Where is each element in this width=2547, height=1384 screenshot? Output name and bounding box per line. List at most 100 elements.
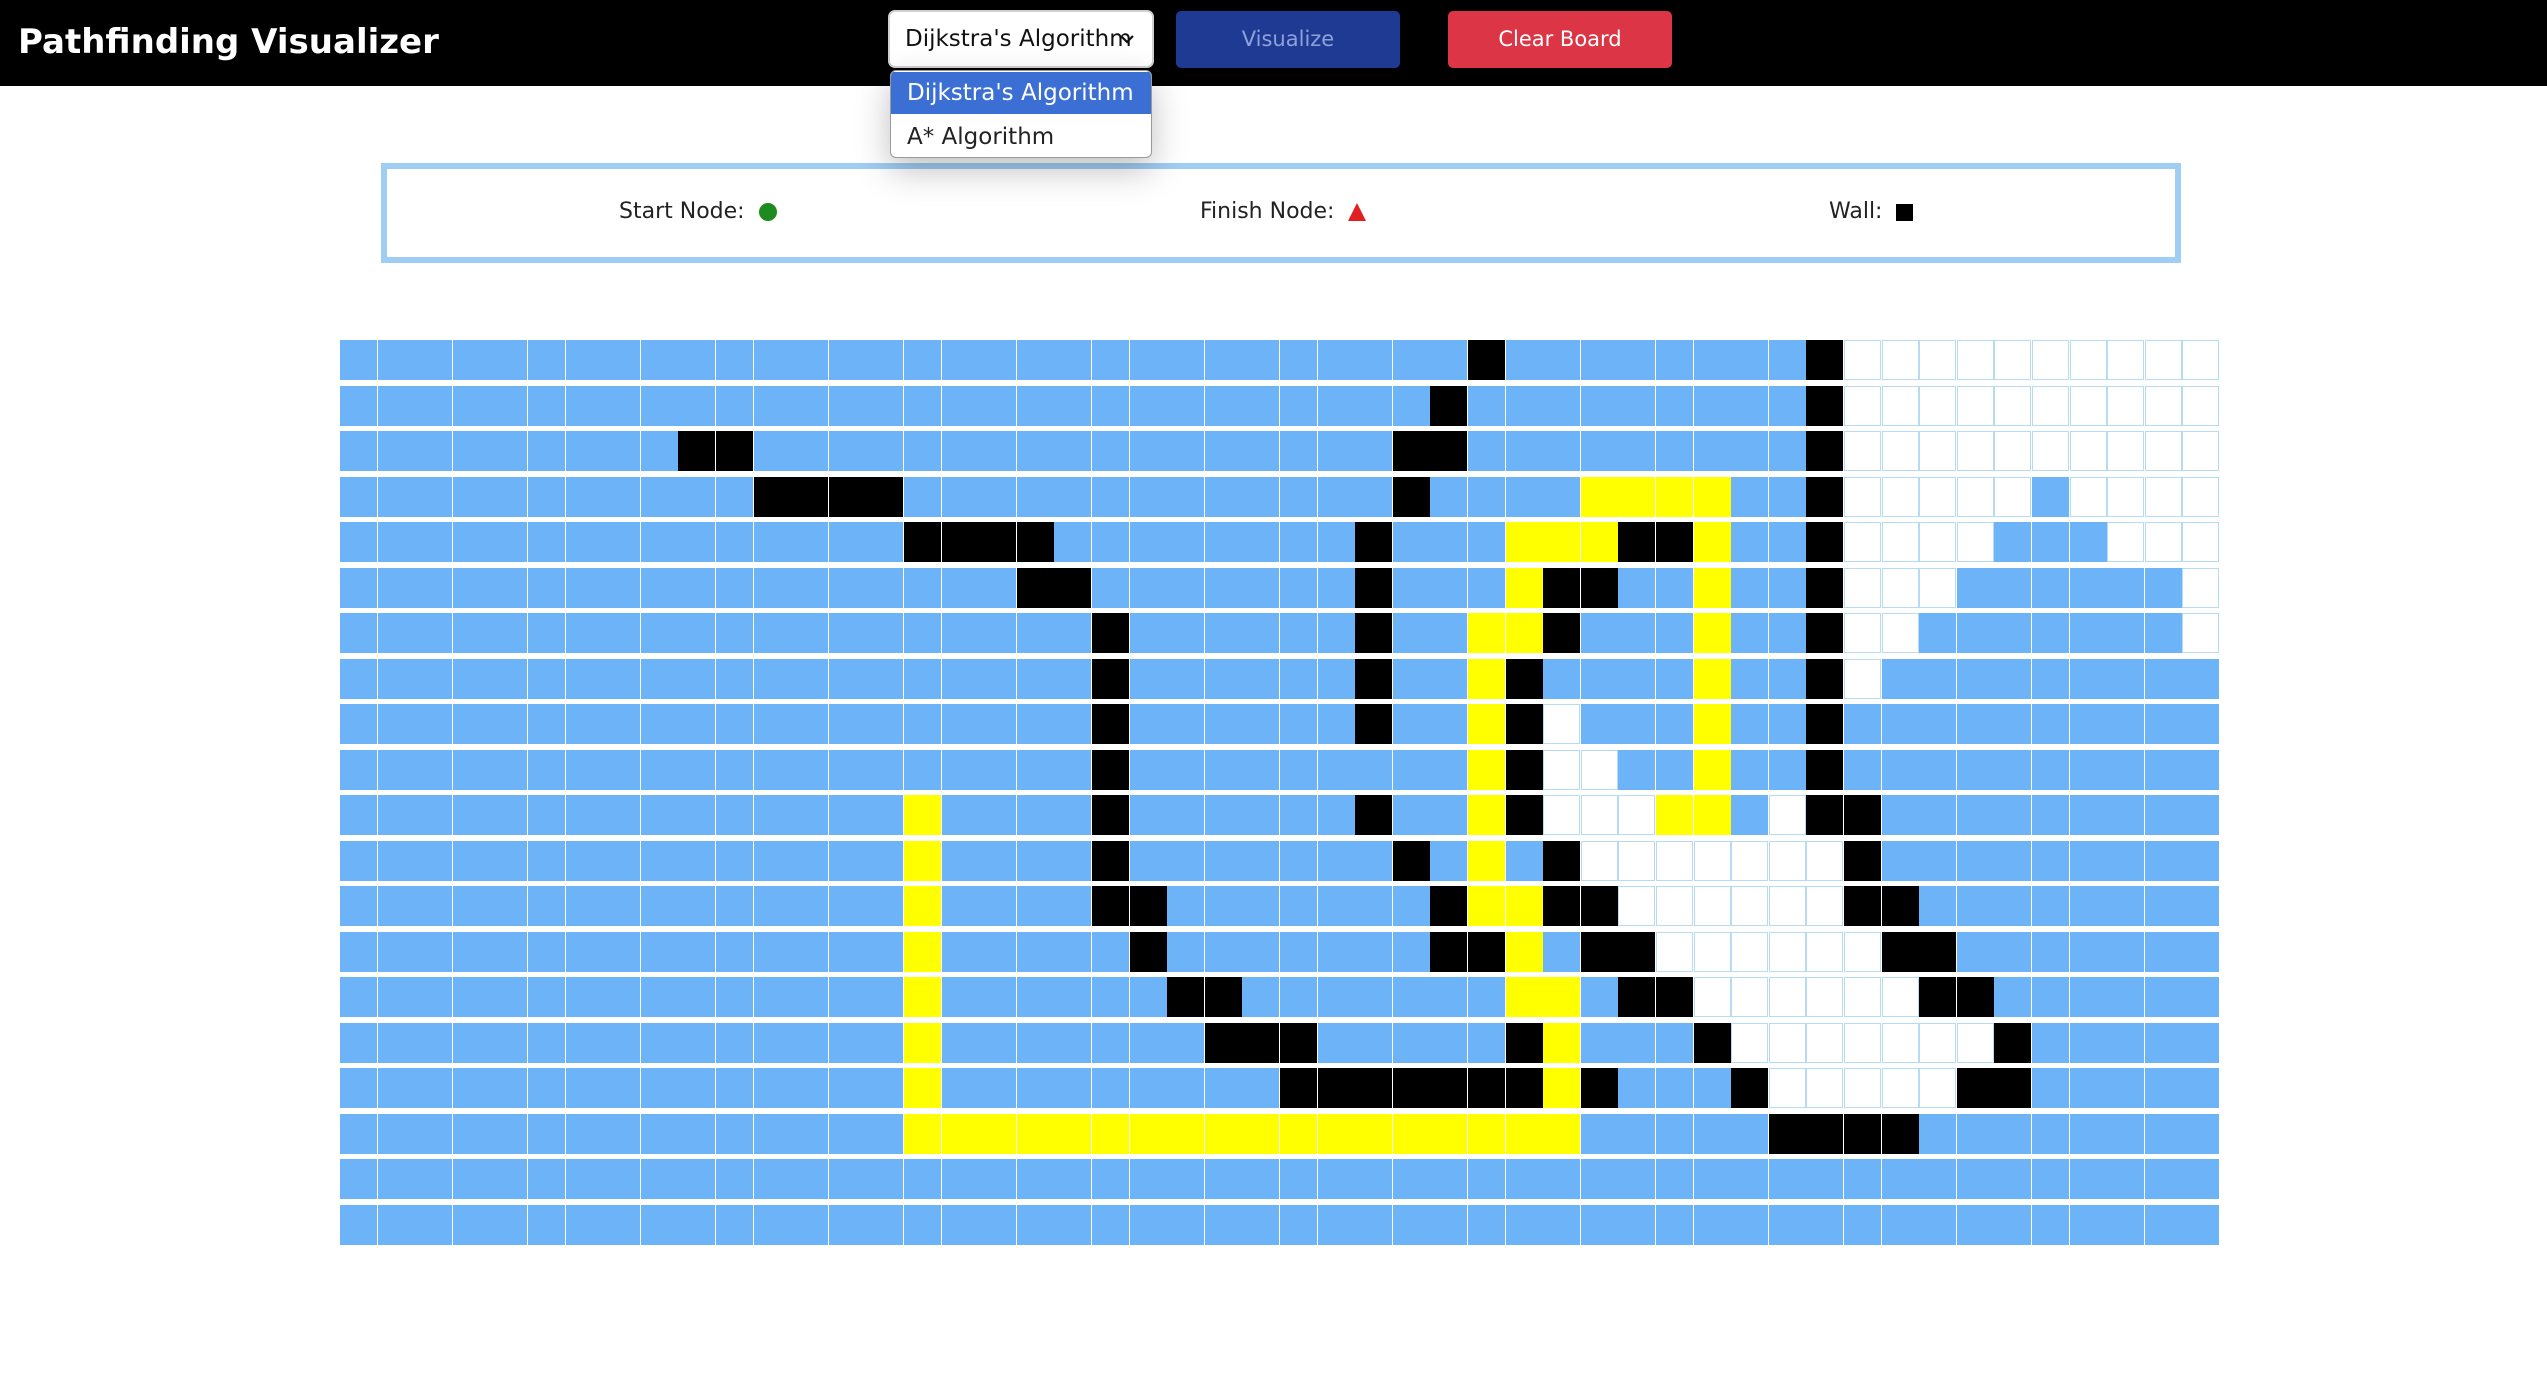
- grid-cell-visited[interactable]: [2182, 749, 2220, 790]
- grid-cell-visited[interactable]: [1505, 1159, 1543, 1199]
- grid-cell-visited[interactable]: [1430, 1204, 1468, 1245]
- grid-cell-visited[interactable]: [1129, 385, 1167, 426]
- grid-cell-visited[interactable]: [716, 795, 753, 835]
- grid-cell-wall[interactable]: [1656, 977, 1693, 1017]
- grid-cell-visited[interactable]: [866, 658, 904, 699]
- grid-cell-visited[interactable]: [2144, 886, 2182, 926]
- grid-cell-wall[interactable]: [1392, 476, 1430, 517]
- grid-cell-visited[interactable]: [941, 1204, 979, 1245]
- grid-cell-visited[interactable]: [1768, 613, 1806, 653]
- grid-cell-visited[interactable]: [1994, 1204, 2032, 1245]
- grid-cell-visited[interactable]: [904, 613, 941, 653]
- grid-cell-unvisited[interactable]: [1919, 385, 1957, 426]
- grid-cell-visited[interactable]: [2144, 658, 2182, 699]
- grid-cell-visited[interactable]: [452, 613, 490, 653]
- grid-cell-visited[interactable]: [1016, 1022, 1054, 1063]
- grid-cell-path[interactable]: [1317, 1113, 1355, 1154]
- grid-cell-unvisited[interactable]: [1994, 340, 2032, 380]
- grid-cell-visited[interactable]: [1806, 1159, 1844, 1199]
- grid-cell-visited[interactable]: [1580, 613, 1618, 653]
- grid-cell-unvisited[interactable]: [1956, 476, 1994, 517]
- grid-cell-visited[interactable]: [452, 476, 490, 517]
- grid-cell-visited[interactable]: [791, 749, 829, 790]
- grid-cell-wall[interactable]: [1430, 931, 1468, 972]
- grid-cell-unvisited[interactable]: [2144, 476, 2182, 517]
- grid-cell-visited[interactable]: [640, 977, 678, 1017]
- grid-cell-wall[interactable]: [1430, 886, 1468, 926]
- grid-cell-visited[interactable]: [2107, 1113, 2145, 1154]
- grid-cell-visited[interactable]: [340, 840, 377, 881]
- grid-cell-visited[interactable]: [340, 749, 377, 790]
- grid-cell-visited[interactable]: [1204, 795, 1242, 835]
- grid-cell-visited[interactable]: [1618, 613, 1656, 653]
- grid-cell-wall[interactable]: [1392, 1068, 1430, 1108]
- grid-cell-visited[interactable]: [828, 385, 866, 426]
- grid-cell-visited[interactable]: [2032, 658, 2069, 699]
- grid-cell-visited[interactable]: [791, 613, 829, 653]
- grid-cell-visited[interactable]: [340, 476, 377, 517]
- grid-cell-visited[interactable]: [828, 886, 866, 926]
- grid-cell-visited[interactable]: [1092, 522, 1129, 562]
- grid-cell-visited[interactable]: [791, 658, 829, 699]
- grid-cell-visited[interactable]: [1543, 931, 1581, 972]
- grid-cell-visited[interactable]: [1768, 567, 1806, 608]
- grid-cell-visited[interactable]: [565, 613, 603, 653]
- grid-cell-visited[interactable]: [1355, 1159, 1393, 1199]
- grid-cell-visited[interactable]: [1580, 1113, 1618, 1154]
- grid-cell-visited[interactable]: [941, 658, 979, 699]
- grid-cell-unvisited[interactable]: [1580, 840, 1618, 881]
- grid-cell-visited[interactable]: [452, 522, 490, 562]
- grid-cell-wall[interactable]: [1844, 795, 1881, 835]
- grid-cell-wall[interactable]: [1129, 886, 1167, 926]
- grid-cell-path[interactable]: [1693, 567, 1731, 608]
- grid-cell-visited[interactable]: [528, 749, 565, 790]
- grid-cell-visited[interactable]: [1919, 704, 1957, 744]
- grid-cell-visited[interactable]: [1242, 613, 1280, 653]
- grid-cell-path[interactable]: [1468, 613, 1505, 653]
- grid-cell-visited[interactable]: [1355, 840, 1393, 881]
- grid-cell-unvisited[interactable]: [1956, 1022, 1994, 1063]
- grid-cell-visited[interactable]: [828, 1022, 866, 1063]
- grid-cell-wall[interactable]: [1844, 1113, 1881, 1154]
- grid-cell-visited[interactable]: [490, 1159, 528, 1199]
- grid-cell-visited[interactable]: [2032, 931, 2069, 972]
- grid-cell-visited[interactable]: [1167, 1022, 1205, 1063]
- grid-cell-wall[interactable]: [1956, 977, 1994, 1017]
- grid-cell-visited[interactable]: [1092, 567, 1129, 608]
- grid-cell-path[interactable]: [1580, 476, 1618, 517]
- grid-cell-visited[interactable]: [941, 840, 979, 881]
- grid-cell-visited[interactable]: [828, 704, 866, 744]
- grid-cell-visited[interactable]: [1656, 340, 1693, 380]
- grid-cell-visited[interactable]: [377, 749, 415, 790]
- grid-cell-visited[interactable]: [753, 613, 791, 653]
- grid-cell-unvisited[interactable]: [2144, 340, 2182, 380]
- grid-cell-visited[interactable]: [340, 704, 377, 744]
- grid-cell-visited[interactable]: [1317, 1204, 1355, 1245]
- grid-cell-path[interactable]: [1693, 658, 1731, 699]
- grid-cell-visited[interactable]: [490, 340, 528, 380]
- grid-cell-unvisited[interactable]: [2069, 476, 2107, 517]
- grid-cell-visited[interactable]: [1016, 431, 1054, 471]
- grid-cell-visited[interactable]: [866, 1068, 904, 1108]
- grid-cell-visited[interactable]: [678, 567, 716, 608]
- grid-cell-wall[interactable]: [1092, 886, 1129, 926]
- grid-cell-visited[interactable]: [1280, 977, 1317, 1017]
- grid-cell-visited[interactable]: [1167, 431, 1205, 471]
- grid-cell-visited[interactable]: [678, 977, 716, 1017]
- grid-cell-wall[interactable]: [1919, 977, 1957, 1017]
- grid-cell-visited[interactable]: [490, 613, 528, 653]
- grid-cell-visited[interactable]: [490, 749, 528, 790]
- grid-cell-visited[interactable]: [2182, 1159, 2220, 1199]
- grid-cell-visited[interactable]: [640, 1113, 678, 1154]
- grid-cell-visited[interactable]: [1468, 522, 1505, 562]
- grid-cell-visited[interactable]: [1731, 476, 1769, 517]
- grid-cell-visited[interactable]: [678, 522, 716, 562]
- grid-cell-visited[interactable]: [1092, 977, 1129, 1017]
- grid-cell-visited[interactable]: [1392, 886, 1430, 926]
- grid-cell-visited[interactable]: [2182, 977, 2220, 1017]
- grid-cell-visited[interactable]: [2107, 931, 2145, 972]
- grid-cell-visited[interactable]: [979, 749, 1017, 790]
- grid-cell-path[interactable]: [904, 1022, 941, 1063]
- grid-cell-visited[interactable]: [1317, 567, 1355, 608]
- grid-cell-visited[interactable]: [1092, 1159, 1129, 1199]
